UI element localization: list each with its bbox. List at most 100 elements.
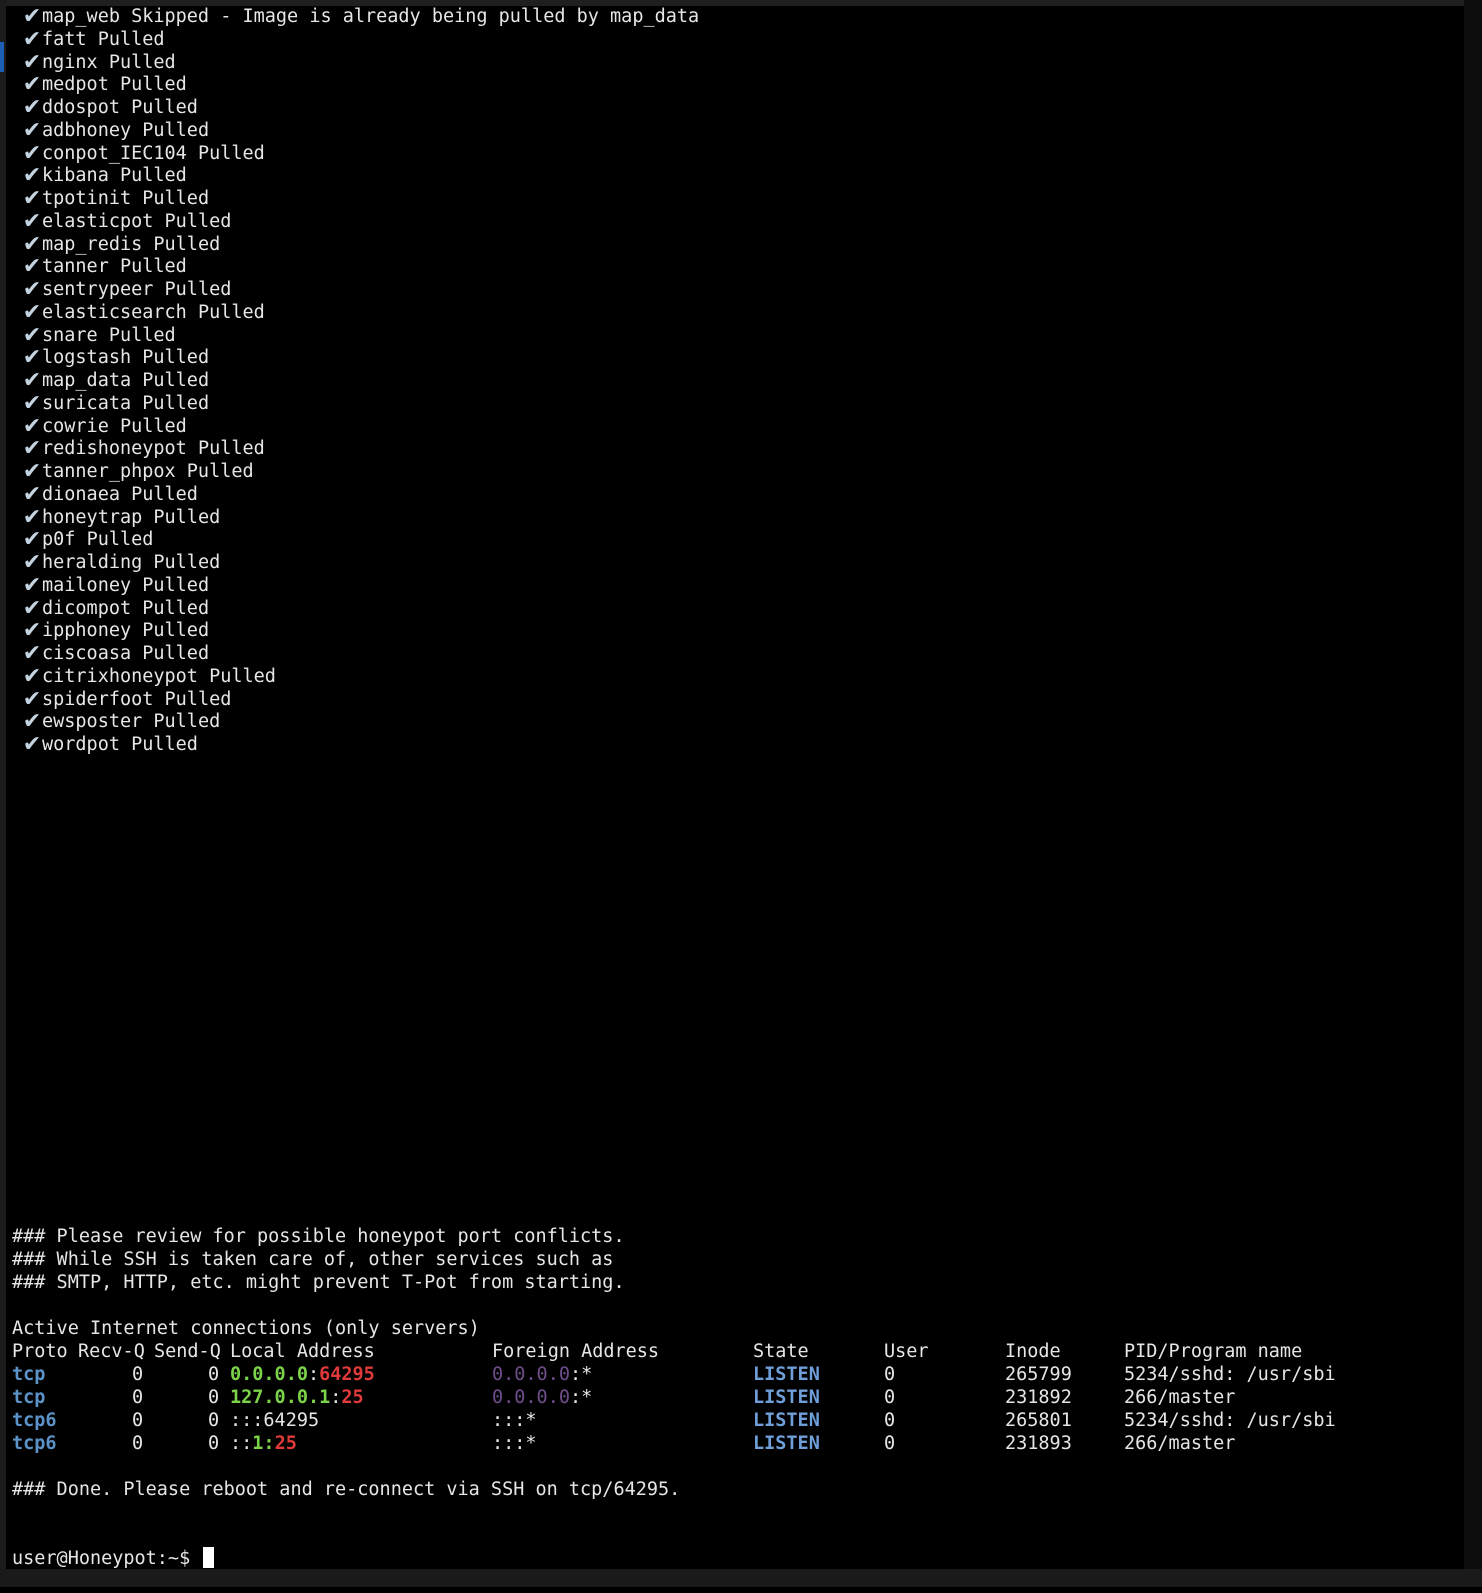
pull-status: Pulled	[164, 210, 232, 232]
checkmark-icon: ✔	[22, 663, 42, 689]
checkmark-icon: ✔	[22, 26, 42, 52]
checkmark-icon: ✔	[22, 390, 42, 416]
pull-status: Pulled	[153, 506, 221, 528]
pull-list-item: ✔fatt Pulled	[12, 28, 165, 51]
pull-status: Pulled	[119, 165, 187, 187]
checkmark-icon: ✔	[22, 322, 42, 348]
shell-prompt: user@Honeypot:~$	[12, 1548, 202, 1569]
row-inode: 231893	[1005, 1433, 1072, 1454]
pull-status: Pulled	[131, 483, 198, 505]
pull-list-item: ✔citrixhoneypot Pulled	[12, 665, 276, 688]
netstat-row: tcp6 0 0::1:25:::* LISTEN 0 231893 266/master	[12, 1432, 1452, 1455]
pull-status: Pulled	[142, 347, 210, 369]
pull-list-item: ✔adbhoney Pulled	[12, 119, 209, 142]
row-local-address: 127.0.0.1:25	[230, 1386, 364, 1409]
checkmark-icon: ✔	[22, 208, 42, 234]
netstat-header-row: Proto Recv-Q Send-Q Local Address Foreig…	[12, 1340, 1452, 1363]
checkmark-icon: ✔	[22, 459, 42, 484]
pull-list-item: ✔snare Pulled	[12, 324, 176, 347]
pull-status: Pulled	[153, 233, 221, 255]
pull-list-item: ✔tanner Pulled	[12, 255, 187, 278]
image-name: map_redis	[42, 233, 143, 255]
local-port: 25	[341, 1387, 364, 1408]
row-local-address: ::1:25	[230, 1432, 297, 1455]
pull-list-item: ✔dionaea Pulled	[12, 483, 198, 506]
image-name: honeytrap	[42, 506, 143, 528]
pull-status: Pulled	[142, 597, 210, 619]
window-left-edge	[0, 0, 6, 1587]
pull-list-item: ✔kibana Pulled	[12, 164, 187, 187]
header-proto: Proto	[12, 1341, 68, 1362]
review-note-line: ### While SSH is taken care of, other se…	[12, 1249, 614, 1270]
row-state: LISTEN	[753, 1364, 820, 1385]
row-sendq: 0	[208, 1364, 220, 1385]
left-edge-accent	[0, 42, 4, 72]
image-name: cowrie	[42, 415, 109, 437]
row-program: 5234/sshd: /usr/sbi	[1124, 1364, 1336, 1385]
row-program: 5234/sshd: /usr/sbi	[1124, 1410, 1336, 1431]
foreign-host: 0.0.0.0	[492, 1387, 570, 1408]
checkmark-icon: ✔	[22, 254, 42, 280]
checkmark-icon: ✔	[22, 72, 42, 98]
pull-status: Pulled	[186, 461, 254, 482]
image-name: ddospot	[42, 97, 120, 118]
checkmark-icon: ✔	[22, 732, 42, 757]
row-sendq: 0	[208, 1433, 220, 1454]
image-name: snare	[42, 324, 98, 346]
image-name: ipphoney	[42, 620, 132, 642]
prompt-line[interactable]: user@Honeypot:~$	[12, 1547, 1452, 1570]
netstat-row: tcp 0 0 127.0.0.1:25 0.0.0.0:* LISTEN 0 231892 2…	[12, 1386, 1452, 1409]
netstat-row: tcp 0 0 0.0.0.0:64295 0.0.0.0:* LISTEN 0 265799…	[12, 1363, 1452, 1386]
row-local-address: 0.0.0.0:64295	[230, 1363, 375, 1386]
row-program: 266/master	[1124, 1433, 1236, 1454]
pull-list-item: ✔ddospot Pulled	[12, 96, 198, 119]
pull-list-item: ✔map_web Skipped - Image is already bein…	[12, 5, 699, 28]
header-user: User	[884, 1341, 929, 1362]
row-foreign-address: 0.0.0.0:*	[492, 1386, 592, 1409]
horizontal-scrollbar[interactable]	[0, 1569, 1482, 1587]
terminal-lower-output: ### Please review for possible honeypot …	[12, 1225, 1452, 1570]
row-user: 0	[884, 1410, 896, 1431]
row-recvq: 0	[132, 1364, 144, 1385]
image-name: tpotinit	[42, 188, 132, 209]
image-name: suricata	[42, 392, 132, 414]
pull-status: Pulled	[197, 142, 265, 164]
pull-list-item: ✔cowrie Pulled	[12, 415, 187, 438]
checkmark-icon: ✔	[22, 641, 42, 666]
pull-status: Pulled	[153, 711, 221, 733]
pull-status: Pulled	[86, 529, 154, 551]
checkmark-icon: ✔	[22, 345, 42, 371]
checkmark-icon: ✔	[22, 299, 42, 325]
review-note-line: ### Please review for possible honeypot …	[12, 1226, 625, 1247]
vertical-scrollbar[interactable]	[1464, 0, 1482, 1587]
pull-status: Pulled	[131, 97, 198, 118]
foreign-rest: :*	[569, 1387, 593, 1408]
row-user: 0	[884, 1387, 896, 1408]
image-name: mailoney	[42, 574, 132, 596]
pull-list-item: ✔wordpot Pulled	[12, 733, 198, 756]
image-name: ciscoasa	[42, 643, 132, 664]
image-name: dionaea	[42, 483, 120, 505]
checkmark-icon: ✔	[22, 368, 42, 393]
image-name: medpot	[42, 74, 109, 96]
checkmark-icon: ✔	[22, 436, 42, 462]
review-note-line: ### SMTP, HTTP, etc. might prevent T-Pot…	[12, 1272, 625, 1293]
image-name: heralding	[42, 552, 143, 573]
done-message: ### Done. Please reboot and re-connect v…	[12, 1479, 681, 1500]
checkmark-icon: ✔	[22, 709, 42, 735]
row-user: 0	[884, 1364, 896, 1385]
pull-list-item: ✔dicompot Pulled	[12, 597, 209, 620]
pull-list-item: ✔redishoneypot Pulled	[12, 437, 265, 460]
checkmark-icon: ✔	[22, 95, 42, 120]
pull-status: Pulled	[142, 370, 210, 391]
row-local-address: :::64295	[230, 1409, 319, 1432]
pull-status: Pulled	[164, 688, 232, 710]
header-state: State	[753, 1341, 809, 1362]
image-name: p0f	[42, 529, 76, 551]
pull-status: Pulled	[142, 188, 210, 209]
header-foreign-address: Foreign Address	[492, 1341, 660, 1362]
row-program: 266/master	[1124, 1387, 1236, 1408]
image-name: tanner	[42, 256, 109, 278]
